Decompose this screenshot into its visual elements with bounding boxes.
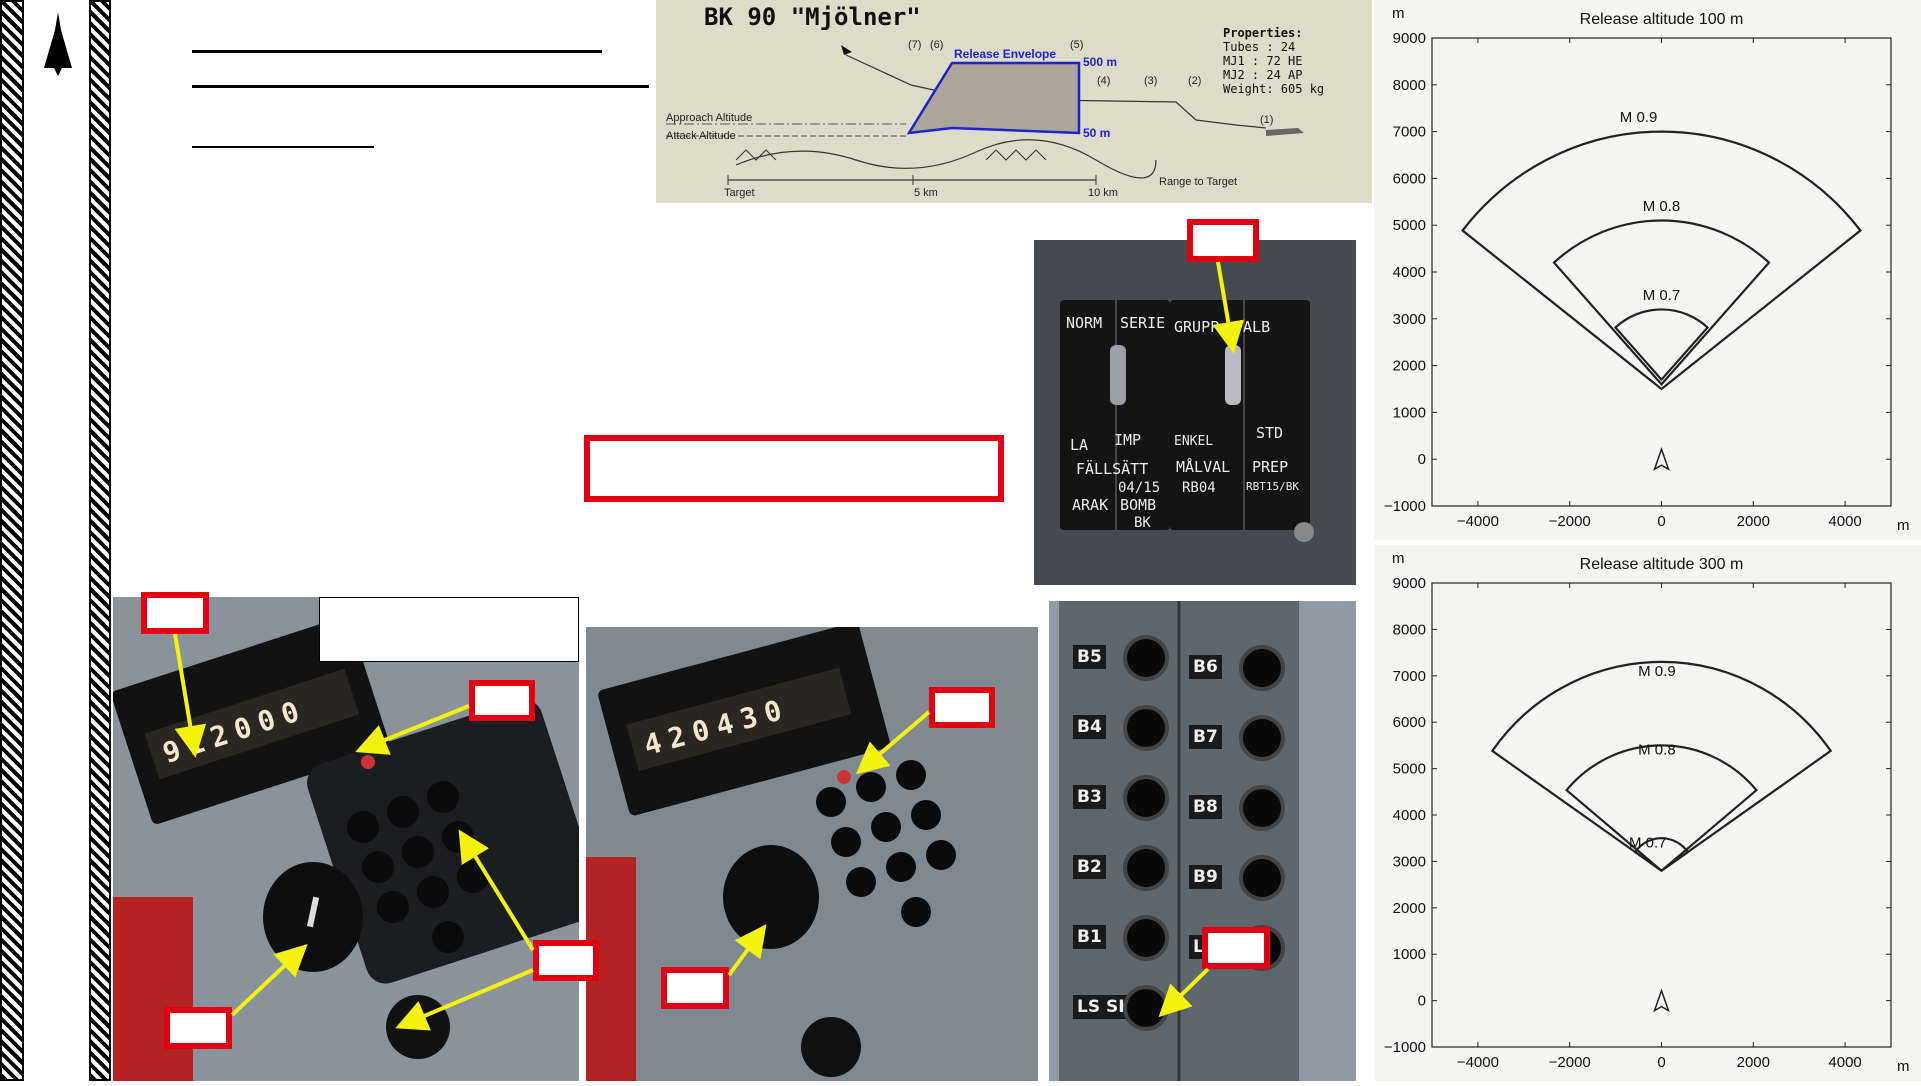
y-tick-label: 1000 <box>1393 404 1426 421</box>
series-label: M 0.8 <box>1643 198 1681 215</box>
y-axis-label: m <box>1392 550 1405 567</box>
y-axis-label: m <box>1392 5 1405 22</box>
y-tick-label: −1000 <box>1384 498 1426 515</box>
x-tick-label: 2000 <box>1737 1054 1770 1071</box>
y-tick-label: 3000 <box>1393 311 1426 328</box>
series-label: M 0.9 <box>1620 109 1658 126</box>
chart-title: Release altitude 300 m <box>1580 556 1744 573</box>
y-tick-label: 5000 <box>1393 761 1426 778</box>
y-tick-label: 2000 <box>1393 900 1426 917</box>
y-tick-label: 2000 <box>1393 358 1426 375</box>
series-label: M 0.9 <box>1638 663 1676 680</box>
x-tick-label: 4000 <box>1828 1054 1861 1071</box>
y-tick-label: 8000 <box>1393 621 1426 638</box>
x-tick-label: −4000 <box>1457 1054 1499 1071</box>
y-tick-label: 4000 <box>1393 807 1426 824</box>
series-label: M 0.7 <box>1643 287 1681 304</box>
y-tick-label: 0 <box>1418 451 1426 468</box>
chart-bg <box>1374 545 1921 1081</box>
y-tick-label: 4000 <box>1393 264 1426 281</box>
chart-bg <box>1374 0 1921 540</box>
x-axis-label: m <box>1897 1058 1910 1075</box>
y-tick-label: 6000 <box>1393 714 1426 731</box>
x-tick-label: −4000 <box>1457 513 1499 530</box>
x-tick-label: 0 <box>1657 513 1665 530</box>
x-tick-label: −2000 <box>1549 1054 1591 1071</box>
y-tick-label: −1000 <box>1384 1039 1426 1056</box>
chart-100-svg: Release altitude 100 m m m −4000 −2000 0 2000 4… <box>1374 0 1921 540</box>
y-tick-label: 1000 <box>1393 946 1426 963</box>
series-label: M 0.8 <box>1638 742 1676 759</box>
y-tick-label: 7000 <box>1393 124 1426 141</box>
x-tick-label: 0 <box>1657 1054 1665 1071</box>
x-tick-label: 4000 <box>1828 513 1861 530</box>
x-tick-label: 2000 <box>1737 513 1770 530</box>
y-tick-label: 9000 <box>1393 30 1426 47</box>
x-tick-label: −2000 <box>1549 513 1591 530</box>
chart-release-300: Release altitude 300 m m m −4000 −2000 0 2000 4… <box>1374 545 1921 1081</box>
y-tick-label: 0 <box>1418 993 1426 1010</box>
chart-release-100: Release altitude 100 m m m −4000 −2000 0 2000 4… <box>1374 0 1921 540</box>
y-tick-label: 8000 <box>1393 77 1426 94</box>
y-tick-label: 5000 <box>1393 217 1426 234</box>
series-label: M 0.7 <box>1629 834 1667 851</box>
y-tick-label: 3000 <box>1393 853 1426 870</box>
y-tick-label: 9000 <box>1393 575 1426 592</box>
chart-300-svg: Release altitude 300 m m m −4000 −2000 0 2000 4… <box>1374 545 1921 1081</box>
y-tick-label: 7000 <box>1393 668 1426 685</box>
chart-title: Release altitude 100 m <box>1580 11 1744 28</box>
y-tick-label: 6000 <box>1393 170 1426 187</box>
x-axis-label: m <box>1897 517 1910 534</box>
